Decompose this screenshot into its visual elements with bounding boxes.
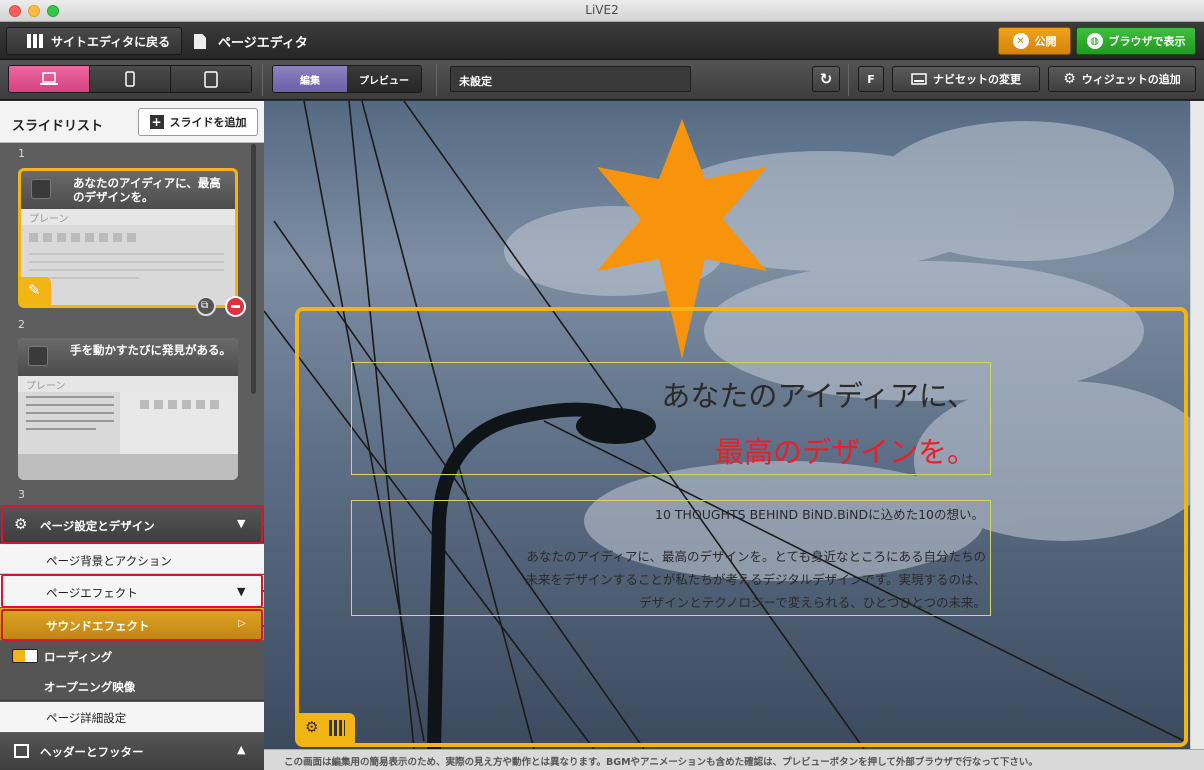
editor-toolbar: 編集 プレビュー 未設定 ↻ F ナビセットの変更 ⚙ ウィジェットの追加	[0, 60, 1204, 100]
view-in-browser-button[interactable]: ◍ ブラウザで表示	[1076, 27, 1196, 55]
page-detail-label: ページ詳細設定	[46, 711, 127, 725]
header-footer-label: ヘッダーとフッター	[40, 745, 144, 759]
header-footer-icon	[14, 744, 29, 758]
laptop-icon	[40, 72, 58, 85]
delete-slide-button[interactable]	[225, 296, 246, 317]
edit-slide-button[interactable]: ✎	[21, 277, 51, 305]
add-slide-button[interactable]: + スライドを追加	[138, 108, 258, 136]
slide-title: 手を動かすたびに発見がある。	[70, 343, 231, 357]
naviset-change-button[interactable]: ナビセットの変更	[892, 66, 1040, 92]
device-phone-button[interactable]	[89, 66, 170, 92]
selected-content-block[interactable]: あなたのアイディアに、 最高のデザインを。 10 THOUGHTS BEHIND…	[295, 307, 1188, 747]
slide-preview	[29, 233, 224, 279]
minus-icon	[231, 305, 240, 308]
slide-tag: プレーン	[21, 209, 235, 225]
site-grid-icon	[27, 34, 43, 48]
block-tools: ⚙	[299, 713, 355, 743]
heading-line-2: 最高のデザインを。	[714, 435, 976, 469]
highlight-box-2	[1, 574, 263, 608]
slide-list-header: スライドリスト + スライドを追加	[0, 101, 264, 143]
slide-number: 2	[18, 318, 25, 331]
add-slide-label: スライドを追加	[169, 116, 247, 129]
toolbar-divider	[262, 64, 263, 96]
publish-label: 公開	[1034, 35, 1057, 48]
opening-label: オープニング映像	[44, 680, 136, 694]
publish-icon: ✕	[1012, 33, 1029, 49]
pencil-icon: ✎	[28, 281, 41, 299]
page-canvas[interactable]: あなたのアイディアに、 最高のデザインを。 10 THOUGHTS BEHIND…	[264, 101, 1204, 749]
window-titlebar: LiVE2	[0, 0, 1204, 22]
device-tablet-button[interactable]	[170, 66, 251, 92]
slide-number: 3	[18, 488, 25, 501]
add-widget-button[interactable]: ⚙ ウィジェットの追加	[1048, 66, 1196, 92]
back-to-site-editor-button[interactable]: サイトエディタに戻る	[6, 27, 182, 55]
gear-icon: ⚙	[1063, 71, 1076, 87]
naviset-label: ナビセットの変更	[933, 73, 1021, 86]
toolbar-divider	[436, 64, 437, 96]
heading-box[interactable]: あなたのアイディアに、 最高のデザインを。	[351, 362, 991, 475]
copy-icon: ⧉	[201, 300, 209, 311]
edit-mode-button[interactable]: 編集	[273, 66, 347, 92]
device-switcher	[8, 65, 252, 93]
plus-icon: +	[149, 115, 164, 129]
toolbar-divider	[848, 64, 849, 96]
preview-mode-button[interactable]: プレビュー	[347, 66, 421, 92]
publish-button[interactable]: ✕ 公開	[998, 27, 1071, 55]
page-icon	[194, 34, 206, 49]
slide-list: 1 あなたのアイディアに、最高のデザインを。 プレーン ✎ ⧉ 2 手を動かすた…	[0, 144, 264, 505]
refresh-button[interactable]: ↻	[812, 66, 840, 92]
page-setting-field[interactable]: 未設定	[450, 66, 691, 92]
duplicate-slide-button[interactable]: ⧉	[196, 296, 216, 316]
slide-number: 1	[18, 147, 25, 160]
menu-item-loading[interactable]: ローディング	[0, 641, 264, 671]
document-icon	[28, 346, 48, 366]
editor-header: サイトエディタに戻る ページエディタ ✕ 公開 ◍ ブラウザで表示	[0, 22, 1204, 60]
menu-item-bg-action[interactable]: ページ背景とアクション	[0, 544, 264, 574]
browser-label: ブラウザで表示	[1108, 35, 1186, 48]
naviset-icon	[911, 73, 927, 85]
sidebar: スライドリスト + スライドを追加 1 あなたのアイディアに、最高のデザインを。…	[0, 101, 264, 770]
refresh-icon: ↻	[819, 70, 833, 88]
slide-thumbnail-2[interactable]: 手を動かすたびに発見がある。 プレーン	[18, 338, 238, 480]
body-line-3: デザインとテクノロジーで変えられる、ひとつひとつの未来。	[639, 595, 986, 610]
gear-icon[interactable]: ⚙	[305, 718, 318, 736]
chevron-up-icon: ▲	[237, 743, 246, 756]
bg-action-label: ページ背景とアクション	[46, 554, 172, 568]
back-label: サイトエディタに戻る	[51, 34, 171, 49]
slide-preview	[18, 392, 238, 480]
document-icon	[31, 179, 51, 199]
f-button[interactable]: F	[858, 66, 884, 92]
mode-switcher: 編集 プレビュー	[272, 65, 422, 93]
highlight-box-1	[1, 505, 263, 544]
slide-list-scrollbar[interactable]	[251, 144, 256, 394]
grid-icon[interactable]	[329, 720, 345, 736]
header-footer-section[interactable]: ヘッダーとフッター ▲	[0, 733, 264, 770]
menu-item-opening[interactable]: オープニング映像	[0, 671, 264, 701]
add-widget-label: ウィジェットの追加	[1081, 73, 1181, 86]
slide-list-title: スライドリスト	[12, 119, 104, 134]
body-text-box[interactable]: 10 THOUGHTS BEHIND BiND.BiNDに込めた10の想い。 あ…	[351, 500, 991, 616]
window-title: LiVE2	[585, 3, 619, 17]
body-line-1: あなたのアイディアに、最高のデザインを。とても身近なところにある自分たちの	[526, 549, 986, 564]
canvas-scrollbar[interactable]	[1190, 101, 1204, 749]
status-notice: この画面は編集用の簡易表示のため、実際の見え方や動作とは異なります。BGMやアニ…	[264, 749, 1204, 770]
subheading: 10 THOUGHTS BEHIND BiND.BiNDに込めた10の想い。	[655, 507, 984, 522]
device-desktop-button[interactable]	[9, 66, 89, 92]
slide-header: あなたのアイディアに、最高のデザインを。	[21, 171, 235, 209]
slide-title: あなたのアイディアに、最高のデザインを。	[73, 176, 221, 204]
page-title: ページエディタ	[218, 36, 308, 51]
loading-toggle[interactable]	[12, 649, 38, 663]
globe-icon: ◍	[1086, 33, 1103, 49]
phone-icon	[125, 71, 135, 87]
loading-label: ローディング	[44, 650, 113, 664]
slide-tag: プレーン	[18, 376, 238, 392]
body-line-2: 未来をデザインすることが私たちが考えるデジタルデザインです。実現するのは、	[525, 572, 986, 587]
tablet-icon	[204, 70, 218, 88]
slide-thumbnail-1[interactable]: あなたのアイディアに、最高のデザインを。 プレーン ✎	[18, 168, 238, 308]
heading-line-1: あなたのアイディアに、	[661, 379, 976, 413]
highlight-box-3	[1, 609, 263, 641]
slide-header: 手を動かすたびに発見がある。	[18, 338, 238, 376]
menu-item-page-detail[interactable]: ページ詳細設定	[0, 702, 264, 732]
